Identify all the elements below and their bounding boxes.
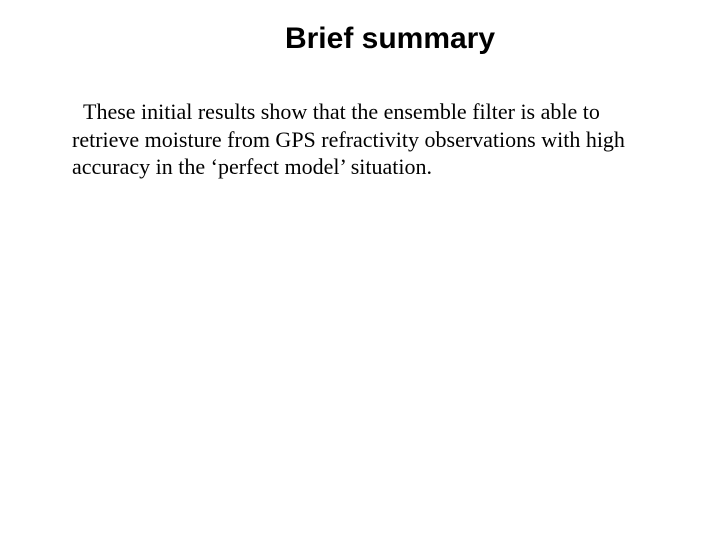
body-text: These initial results show that the ense… [72,99,625,179]
slide: Brief summary These initial results show… [0,0,720,540]
body-paragraph: These initial results show that the ense… [72,98,648,181]
slide-title: Brief summary [160,0,620,74]
slide-body: These initial results show that the ense… [0,74,720,181]
